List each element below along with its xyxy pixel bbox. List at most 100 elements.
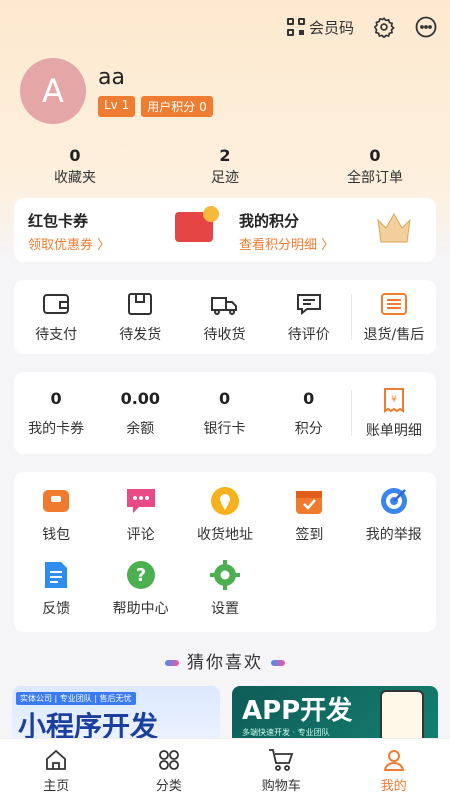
banner-mini-program[interactable]: 实体公司 | 专业团队 | 售后无忧 小程序开发 (12, 686, 220, 746)
tool-label: 设置 (210, 601, 239, 617)
bill-icon: ¥ (352, 386, 436, 414)
tab-category[interactable]: 分类 (113, 739, 226, 800)
avatar[interactable]: A (20, 58, 86, 124)
target-icon (352, 484, 436, 518)
bottom-tab-bar: 主页 分类 购物车 我的 (0, 738, 450, 800)
box-icon (98, 290, 182, 318)
promo-card: 红包卡券 领取优惠券 〉 我的积分 查看积分明细 〉 (14, 198, 436, 262)
stat-favorites[interactable]: 0 收藏夹 (0, 146, 150, 187)
stat-label: 收藏夹 (54, 170, 96, 186)
tool-settings[interactable]: 设置 (183, 558, 267, 632)
red-envelope-icon (175, 206, 219, 242)
tab-home[interactable]: 主页 (0, 739, 113, 800)
tool-label: 签到 (295, 527, 324, 543)
category-icon (113, 747, 226, 773)
wallet-value: 0 (303, 388, 315, 408)
tool-address[interactable]: 收货地址 (183, 484, 267, 558)
wallet-label: 积分 (294, 420, 323, 437)
banner-tagline: 实体公司 | 专业团队 | 售后无忧 (16, 692, 136, 705)
wallet-balance[interactable]: 0.00 余额 (98, 389, 182, 438)
wallet-cards[interactable]: 0 我的卡券 (14, 389, 98, 438)
order-label: 待收货 (203, 327, 246, 343)
order-pending-payment[interactable]: 待支付 (14, 290, 98, 344)
truck-icon (182, 290, 266, 318)
decor-right-icon (271, 660, 285, 666)
tool-report[interactable]: 我的举报 (352, 484, 436, 558)
points-entry[interactable]: 我的积分 查看积分明细 〉 (225, 198, 436, 262)
wallet-label: 银行卡 (203, 420, 246, 437)
wallet-points[interactable]: 0 积分 (267, 389, 351, 438)
order-pending-receipt[interactable]: 待收货 (182, 290, 266, 344)
stats-row: 0 收藏夹 2 足迹 0 全部订单 (0, 146, 450, 187)
tool-feedback[interactable]: 反馈 (14, 558, 98, 632)
svg-text:¥: ¥ (391, 395, 397, 405)
cart-icon (225, 747, 338, 773)
tools-card: 钱包 评论 收货地址 签到 我的举报 反馈 ? 帮助中心 设置 (14, 472, 436, 632)
order-label: 待评价 (287, 327, 330, 343)
tool-label: 帮助中心 (112, 601, 169, 617)
tool-checkin[interactable]: 签到 (267, 484, 351, 558)
member-code-button[interactable]: 会员码 (286, 17, 354, 38)
coupon-entry[interactable]: 红包卡券 领取优惠券 〉 (14, 198, 225, 262)
help-icon: ? (98, 558, 182, 592)
calendar-icon (267, 484, 351, 518)
stat-value: 0 (369, 146, 381, 165)
tool-label: 评论 (126, 527, 155, 543)
tool-label: 钱包 (42, 527, 71, 543)
settings-icon (183, 558, 267, 592)
tab-label: 主页 (43, 779, 70, 794)
wallet-icon (14, 290, 98, 318)
stat-value: 2 (219, 146, 231, 165)
purse-icon (14, 484, 98, 518)
wallet-value: 0 (50, 388, 62, 408)
bill-details[interactable]: ¥ 账单明细 (352, 386, 436, 440)
level-badge: Lv 1 (98, 96, 136, 117)
stat-label: 全部订单 (347, 170, 403, 186)
tool-help[interactable]: ? 帮助中心 (98, 558, 182, 632)
wallet-value: 0.00 (120, 388, 161, 408)
recommend-header: 猜你喜欢 (0, 648, 450, 673)
points-badge: 用户积分 0 (141, 96, 213, 117)
bill-label: 账单明细 (365, 423, 422, 439)
tab-cart[interactable]: 购物车 (225, 739, 338, 800)
order-returns[interactable]: 退货/售后 (352, 290, 436, 344)
order-label: 待发货 (119, 327, 162, 343)
stat-label: 足迹 (211, 170, 239, 186)
chat-icon (98, 484, 182, 518)
tab-label: 购物车 (261, 779, 301, 794)
qr-code-icon (286, 18, 305, 36)
order-label: 退货/售后 (363, 327, 425, 343)
home-icon (0, 747, 113, 773)
tool-label: 收货地址 (196, 527, 253, 543)
user-profile[interactable]: A aa Lv 1 用户积分 0 (20, 58, 213, 124)
order-pending-review[interactable]: 待评价 (267, 290, 351, 344)
member-code-label: 会员码 (308, 18, 354, 37)
order-label: 待支付 (35, 327, 78, 343)
comment-icon (267, 290, 351, 318)
feedback-icon (14, 558, 98, 592)
tool-comment[interactable]: 评论 (98, 484, 182, 558)
wallet-label: 余额 (126, 420, 155, 437)
wallet-card: 0 我的卡券 0.00 余额 0 银行卡 0 积分 ¥ 账单明细 (14, 372, 436, 454)
username: aa (98, 65, 125, 90)
stat-all-orders[interactable]: 0 全部订单 (300, 146, 450, 187)
tab-label: 我的 (380, 779, 407, 794)
crown-icon (377, 212, 411, 243)
tab-label: 分类 (155, 779, 182, 794)
order-pending-shipment[interactable]: 待发货 (98, 290, 182, 344)
decor-left-icon (165, 660, 179, 666)
banner-app-dev[interactable]: APP开发 多端快速开发 · 专业团队 (232, 686, 438, 746)
wallet-value: 0 (218, 388, 231, 408)
tab-mine[interactable]: 我的 (338, 739, 450, 800)
stat-footprint[interactable]: 2 足迹 (150, 146, 300, 187)
tool-label: 我的举报 (365, 527, 422, 543)
tool-wallet[interactable]: 钱包 (14, 484, 98, 558)
wallet-label: 我的卡券 (28, 420, 85, 437)
recommend-title: 猜你喜欢 (187, 653, 263, 673)
wallet-bank-card[interactable]: 0 银行卡 (182, 389, 266, 438)
orders-card: 待支付 待发货 待收货 待评价 退货/售后 (14, 280, 436, 354)
top-bar: 会员码 (286, 12, 438, 42)
settings-gear-icon[interactable] (372, 15, 396, 39)
message-icon[interactable] (414, 15, 438, 39)
tool-label: 反馈 (42, 601, 71, 617)
